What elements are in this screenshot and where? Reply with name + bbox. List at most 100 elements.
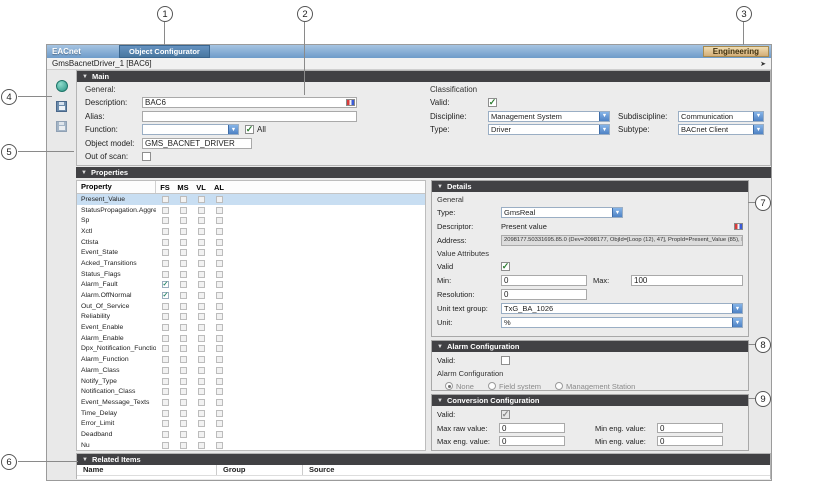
property-al-checkbox[interactable] (216, 378, 223, 385)
property-vl-checkbox[interactable] (198, 378, 205, 385)
property-al-checkbox[interactable] (216, 335, 223, 342)
function-dropdown[interactable]: ▼ (142, 124, 239, 135)
property-vl-checkbox[interactable] (198, 271, 205, 278)
property-vl-checkbox[interactable] (198, 303, 205, 310)
conversion-field-input[interactable] (499, 436, 565, 446)
details-section-header[interactable]: ▼ Details (432, 181, 748, 192)
property-vl-checkbox[interactable] (198, 356, 205, 363)
property-ms-checkbox[interactable] (180, 324, 187, 331)
property-al-checkbox[interactable] (216, 303, 223, 310)
property-ms-checkbox[interactable] (180, 292, 187, 299)
property-fs-checkbox[interactable] (162, 196, 169, 203)
property-row[interactable]: Status_Flags (77, 269, 425, 280)
property-ms-checkbox[interactable] (180, 271, 187, 278)
property-vl-checkbox[interactable] (198, 367, 205, 374)
property-vl-checkbox[interactable] (198, 345, 205, 352)
property-vl-checkbox[interactable] (198, 442, 205, 449)
property-row[interactable]: Sp (77, 215, 425, 226)
properties-section-header[interactable]: ▼ Properties (76, 167, 771, 178)
property-al-checkbox[interactable] (216, 324, 223, 331)
alarm-valid-checkbox[interactable] (501, 356, 510, 365)
property-al-checkbox[interactable] (216, 388, 223, 395)
alarm-option-none[interactable]: None (445, 382, 474, 391)
property-al-checkbox[interactable] (216, 356, 223, 363)
property-row[interactable]: Alarm_Fault✓ (77, 280, 425, 291)
property-al-checkbox[interactable] (216, 431, 223, 438)
property-row[interactable]: Alarm_Class (77, 365, 425, 376)
property-al-checkbox[interactable] (216, 228, 223, 235)
property-vl-checkbox[interactable] (198, 249, 205, 256)
classification-valid-checkbox[interactable]: ✓ (488, 98, 497, 107)
min-input[interactable] (501, 275, 587, 286)
property-fs-checkbox[interactable] (162, 410, 169, 417)
status-circle-icon[interactable] (56, 80, 68, 92)
engineering-mode-button[interactable]: Engineering (703, 46, 769, 57)
property-row[interactable]: Ctlsta (77, 237, 425, 248)
property-vl-checkbox[interactable] (198, 239, 205, 246)
property-fs-checkbox[interactable] (162, 335, 169, 342)
max-input[interactable] (631, 275, 743, 286)
property-al-checkbox[interactable] (216, 292, 223, 299)
language-flag-icon[interactable] (734, 223, 743, 230)
property-fs-checkbox[interactable] (162, 388, 169, 395)
property-fs-checkbox[interactable] (162, 431, 169, 438)
property-ms-checkbox[interactable] (180, 260, 187, 267)
subdiscipline-dropdown[interactable]: Communication ▼ (678, 111, 764, 122)
alarm-option-field-system[interactable]: Field system (488, 382, 541, 391)
all-checkbox[interactable]: ✓ (245, 125, 254, 134)
property-fs-checkbox[interactable] (162, 239, 169, 246)
property-fs-checkbox[interactable] (162, 228, 169, 235)
alarm-option-management-station[interactable]: Management Station (555, 382, 635, 391)
property-al-checkbox[interactable] (216, 207, 223, 214)
property-al-checkbox[interactable] (216, 367, 223, 374)
subtype-dropdown[interactable]: BACnet Client ▼ (678, 124, 764, 135)
property-fs-checkbox[interactable] (162, 271, 169, 278)
property-row[interactable]: StatusPropagation.Aggregat (77, 205, 425, 216)
property-ms-checkbox[interactable] (180, 335, 187, 342)
property-fs-checkbox[interactable] (162, 345, 169, 352)
property-al-checkbox[interactable] (216, 399, 223, 406)
property-vl-checkbox[interactable] (198, 420, 205, 427)
property-ms-checkbox[interactable] (180, 420, 187, 427)
save-as-icon[interactable] (56, 121, 67, 132)
property-row[interactable]: Nu (77, 440, 425, 450)
property-vl-checkbox[interactable] (198, 324, 205, 331)
property-fs-checkbox[interactable] (162, 217, 169, 224)
out-of-scan-checkbox[interactable] (142, 152, 151, 161)
property-ms-checkbox[interactable] (180, 196, 187, 203)
property-vl-checkbox[interactable] (198, 313, 205, 320)
property-vl-checkbox[interactable] (198, 410, 205, 417)
property-fs-checkbox[interactable] (162, 442, 169, 449)
property-al-checkbox[interactable] (216, 271, 223, 278)
property-row[interactable]: Event_Message_Texts (77, 397, 425, 408)
property-al-checkbox[interactable] (216, 239, 223, 246)
property-fs-checkbox[interactable] (162, 399, 169, 406)
property-vl-checkbox[interactable] (198, 388, 205, 395)
property-ms-checkbox[interactable] (180, 249, 187, 256)
property-vl-checkbox[interactable] (198, 292, 205, 299)
property-vl-checkbox[interactable] (198, 217, 205, 224)
unit-text-group-dropdown[interactable]: TxG_BA_1026 ▼ (501, 303, 743, 314)
property-al-checkbox[interactable] (216, 410, 223, 417)
conversion-configuration-header[interactable]: ▼ Conversion Configuration (432, 395, 748, 406)
property-vl-checkbox[interactable] (198, 281, 205, 288)
related-items-header[interactable]: ▼ Related Items (77, 454, 770, 465)
column-header-source[interactable]: Source (303, 465, 770, 475)
property-fs-checkbox[interactable] (162, 324, 169, 331)
property-row[interactable]: Notification_Class (77, 386, 425, 397)
property-fs-checkbox[interactable] (162, 207, 169, 214)
property-row[interactable]: Alarm_Enable (77, 333, 425, 344)
conversion-field-input[interactable] (657, 423, 723, 433)
property-al-checkbox[interactable] (216, 281, 223, 288)
property-al-checkbox[interactable] (216, 249, 223, 256)
property-vl-checkbox[interactable] (198, 431, 205, 438)
language-flag-icon[interactable] (346, 99, 355, 106)
property-fs-checkbox[interactable]: ✓ (162, 292, 169, 299)
property-vl-checkbox[interactable] (198, 399, 205, 406)
property-ms-checkbox[interactable] (180, 388, 187, 395)
alias-input[interactable] (142, 111, 357, 122)
property-ms-checkbox[interactable] (180, 356, 187, 363)
property-row[interactable]: Event_State (77, 247, 425, 258)
property-row[interactable]: Error_Limit (77, 418, 425, 429)
detail-valid-checkbox[interactable]: ✓ (501, 262, 510, 271)
